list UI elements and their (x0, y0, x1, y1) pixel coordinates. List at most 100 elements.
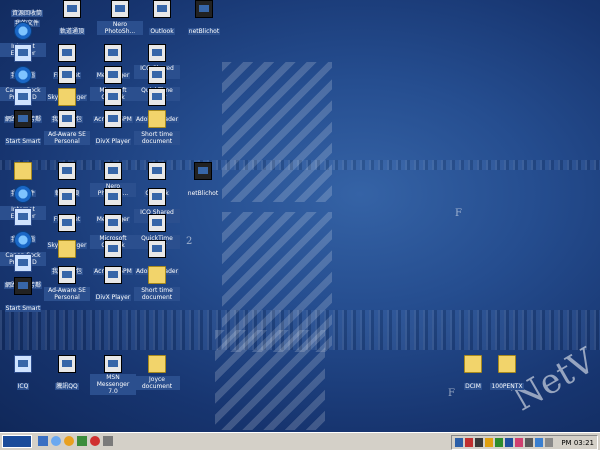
icon-label: 軌道通頂 (58, 28, 85, 35)
folder-icon (148, 110, 166, 128)
app-icon (148, 188, 166, 206)
start-button[interactable] (2, 435, 32, 448)
app-icon (148, 240, 166, 258)
app-icon (14, 231, 32, 249)
stray-glyph: 2 (186, 236, 193, 247)
app-icon[interactable] (103, 436, 113, 446)
msn-icon (104, 355, 122, 373)
tray-app-icon[interactable] (495, 438, 504, 447)
desktop-icon[interactable]: MSN Messenger 7.0 (90, 355, 136, 397)
desktop-icon[interactable]: DivX Player (90, 266, 136, 303)
icon-label: Short time document (134, 287, 180, 301)
icq-icon (14, 355, 32, 373)
app-icon (194, 162, 212, 180)
network-icon (14, 88, 32, 106)
app-icon (14, 185, 32, 203)
folder-icon (464, 355, 482, 373)
desktop-icon[interactable]: Start Smart (0, 110, 46, 147)
wallpaper-stripes (222, 62, 332, 202)
icon-label: Joyce document (134, 376, 180, 390)
tray-app-icon[interactable] (465, 438, 474, 447)
qq-icon (58, 355, 76, 373)
icon-label: ICQ (16, 383, 30, 390)
media-icon[interactable] (64, 436, 74, 446)
icon-label: netBlichot (187, 28, 221, 35)
icon-label: DCIM (464, 383, 482, 390)
desktop-icon[interactable]: 騰訊QQ (44, 355, 90, 392)
desktop-icon[interactable]: netBlichot (181, 0, 227, 37)
folder-icon (58, 88, 76, 106)
network-icon[interactable] (455, 438, 464, 447)
app-icon (104, 266, 122, 284)
stray-glyph: F (455, 208, 462, 219)
icon-label: Start Smart (4, 138, 42, 145)
printer-icon (14, 66, 32, 84)
browser-icon[interactable] (51, 436, 61, 446)
app-icon (104, 66, 122, 84)
desktop-icon[interactable]: netBlichot (180, 162, 226, 199)
system-tray: PM 03:21 (451, 435, 598, 450)
app-icon (14, 254, 32, 272)
desktop-icon[interactable]: Short time document (134, 266, 180, 303)
tray-app-icon[interactable] (515, 438, 524, 447)
app-icon (58, 44, 76, 62)
app-icon (104, 88, 122, 106)
icon-label: Start Smart (4, 305, 42, 312)
desktop-icon[interactable]: 軌道通頂 (49, 0, 95, 37)
folder-icon (14, 162, 32, 180)
app-icon[interactable] (77, 436, 87, 446)
tray-app-icon[interactable] (505, 438, 514, 447)
app-icon (58, 266, 76, 284)
icon-label: netBlichot (186, 190, 220, 197)
app-icon (58, 214, 76, 232)
show-desktop-icon[interactable] (38, 436, 48, 446)
screen-glitch-band (0, 310, 600, 350)
app-icon (58, 188, 76, 206)
ie-icon (14, 22, 32, 40)
app-icon (58, 110, 76, 128)
icon-label: 100PENTX (490, 383, 524, 390)
desktop-icon[interactable]: DivX Player (90, 110, 136, 147)
app-icon (58, 162, 76, 180)
tray-app-icon[interactable] (525, 438, 534, 447)
tray-app-icon[interactable] (535, 438, 544, 447)
app-icon (148, 162, 166, 180)
icon-label: DivX Player (94, 294, 132, 301)
desktop-icon[interactable]: ICQ (0, 355, 46, 392)
icon-label: Nero PhotoSh... (97, 21, 143, 35)
quick-launch (38, 436, 113, 446)
tray-app-icon[interactable] (475, 438, 484, 447)
app-icon[interactable] (90, 436, 100, 446)
desktop: NetV F 2 F 資源回收筒 我的文件 軌道通頂 Nero PhotoSh.… (0, 0, 600, 432)
folder-icon (148, 266, 166, 284)
folder-icon (498, 355, 516, 373)
icon-label: Short time document (134, 131, 180, 145)
desktop-icon[interactable]: Outlook (139, 0, 185, 37)
icon-label: 騰訊QQ (55, 383, 79, 390)
desktop-icon[interactable]: Short time document (134, 110, 180, 147)
computer-icon (14, 44, 32, 62)
app-icon (148, 214, 166, 232)
app-icon (58, 66, 76, 84)
desktop-icon[interactable]: 100PENTX (484, 355, 530, 392)
tray-app-icon[interactable] (485, 438, 494, 447)
taskbar-clock[interactable]: PM 03:21 (561, 439, 594, 447)
desktop-icon[interactable]: Start Smart (0, 277, 46, 314)
app-icon (14, 110, 32, 128)
app-icon (111, 0, 129, 18)
folder-icon (58, 240, 76, 258)
icon-label: Ad-Aware SE Personal (44, 131, 90, 145)
icon-label: DivX Player (94, 138, 132, 145)
volume-icon[interactable] (545, 438, 554, 447)
app-icon (153, 0, 171, 18)
desktop-icon[interactable]: Ad-Aware SE Personal (44, 110, 90, 147)
app-icon (195, 0, 213, 18)
app-icon (148, 88, 166, 106)
taskbar: PM 03:21 (0, 432, 600, 450)
desktop-icon[interactable]: Joyce document (134, 355, 180, 392)
desktop-icon[interactable]: Nero PhotoSh... (97, 0, 143, 37)
app-icon (104, 240, 122, 258)
app-icon (104, 214, 122, 232)
desktop-icon[interactable]: Ad-Aware SE Personal (44, 266, 90, 303)
app-icon (104, 110, 122, 128)
